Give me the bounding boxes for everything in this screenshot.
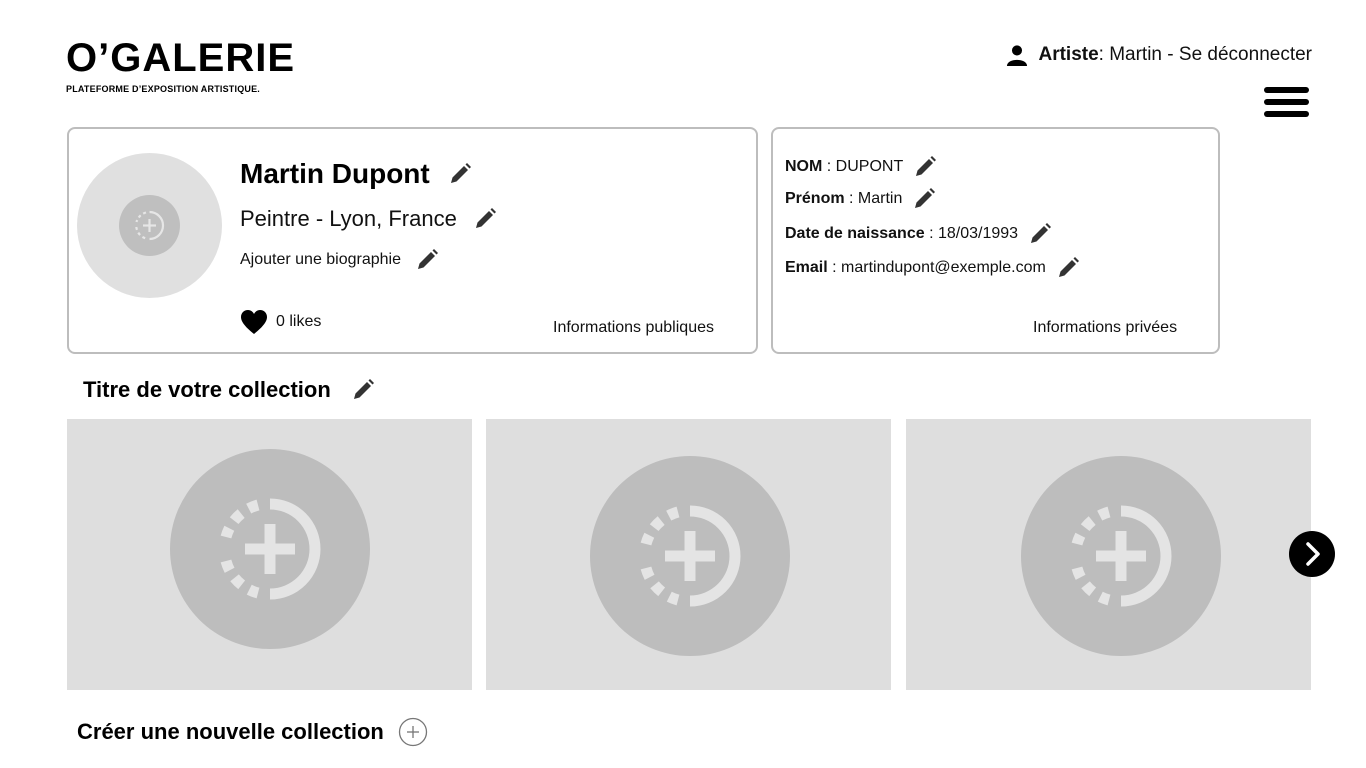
profile-job: Peintre - Lyon, France [240, 206, 457, 231]
email-value: : martindupont@exemple.com [827, 259, 1046, 276]
private-row-email: Email : martindupont@exemple.com [785, 256, 1080, 280]
birthdate-label: Date de naissance [785, 225, 925, 242]
new-collection-row[interactable]: Créer une nouvelle collection [77, 717, 428, 747]
role-value: : Martin [1098, 44, 1163, 65]
chevron-right-icon [1306, 542, 1320, 566]
logout-link[interactable]: Se déconnecter [1179, 44, 1312, 66]
private-row-prenom: Prénom : Martin [785, 187, 936, 211]
email-label: Email [785, 259, 828, 276]
add-artwork-icon [1021, 456, 1221, 656]
profile-name: Martin Dupont [240, 158, 430, 189]
public-info-label: Informations publiques [553, 319, 714, 336]
add-artwork-icon [170, 449, 370, 649]
edit-birthdate-icon[interactable] [1028, 222, 1052, 246]
collection-title: Titre de votre collection [83, 377, 331, 402]
menu-icon[interactable] [1264, 87, 1309, 120]
profile-name-row: Martin Dupont [240, 158, 472, 190]
edit-nom-icon[interactable] [913, 155, 937, 179]
add-artwork-tile[interactable] [486, 419, 891, 690]
edit-job-icon[interactable] [473, 207, 497, 231]
private-row-nom: NOM : DUPONT [785, 155, 937, 179]
prenom-label: Prénom [785, 190, 845, 207]
collection-title-row: Titre de votre collection [83, 377, 375, 403]
edit-name-icon[interactable] [448, 162, 472, 186]
logo-title[interactable]: O’GALERIE [66, 38, 295, 78]
user-icon [1007, 45, 1028, 66]
add-photo-icon [119, 195, 180, 256]
avatar-upload[interactable] [77, 153, 222, 298]
private-row-birthdate: Date de naissance : 18/03/1993 [785, 222, 1052, 246]
edit-collection-title-icon[interactable] [351, 378, 375, 402]
edit-bio-icon[interactable] [415, 248, 439, 272]
add-artwork-icon [590, 456, 790, 656]
add-collection-icon[interactable] [398, 717, 428, 747]
profile-job-row: Peintre - Lyon, France [240, 206, 497, 232]
nom-value: : DUPONT [822, 158, 904, 175]
edit-prenom-icon[interactable] [912, 187, 936, 211]
birthdate-value: : 18/03/1993 [924, 225, 1019, 242]
role-label: Artiste [1038, 44, 1099, 65]
heart-icon [241, 310, 267, 334]
profile-bio-row: Ajouter une biographie [240, 248, 439, 272]
edit-email-icon[interactable] [1056, 256, 1080, 280]
prenom-value: : Martin [844, 190, 903, 207]
private-info-label: Informations privées [1033, 319, 1178, 336]
add-artwork-tile[interactable] [67, 419, 472, 690]
separator: - [1162, 44, 1179, 65]
user-bar: Artiste : Martin - Se déconnecter [1006, 44, 1312, 66]
bio-placeholder[interactable]: Ajouter une biographie [240, 251, 401, 269]
likes-row: 0 likes [240, 309, 321, 335]
likes-count: 0 likes [276, 313, 322, 330]
nom-label: NOM [785, 158, 823, 175]
add-artwork-tile[interactable] [906, 419, 1311, 690]
new-collection-label[interactable]: Créer une nouvelle collection [77, 719, 384, 745]
logo-subtitle: PLATEFORME D’EXPOSITION ARTISTIQUE. [66, 84, 261, 94]
next-arrow-button[interactable] [1289, 531, 1335, 577]
